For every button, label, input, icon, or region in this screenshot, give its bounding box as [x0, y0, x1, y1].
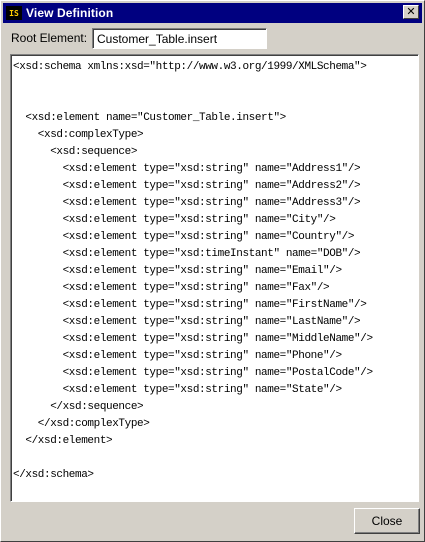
close-button[interactable]: Close	[354, 508, 420, 534]
window-title: View Definition	[26, 6, 114, 20]
root-element-label: Root Element:	[11, 31, 88, 45]
view-definition-dialog: IS View Definition ✕ Root Element: <xsd:…	[0, 0, 425, 542]
app-icon: IS	[6, 6, 22, 20]
close-icon[interactable]: ✕	[403, 5, 419, 19]
root-element-input[interactable]	[92, 28, 267, 49]
title-bar[interactable]: IS View Definition ✕	[3, 3, 422, 23]
schema-text: <xsd:schema xmlns:xsd="http://www.w3.org…	[13, 61, 373, 481]
schema-text-area[interactable]: <xsd:schema xmlns:xsd="http://www.w3.org…	[10, 54, 419, 502]
